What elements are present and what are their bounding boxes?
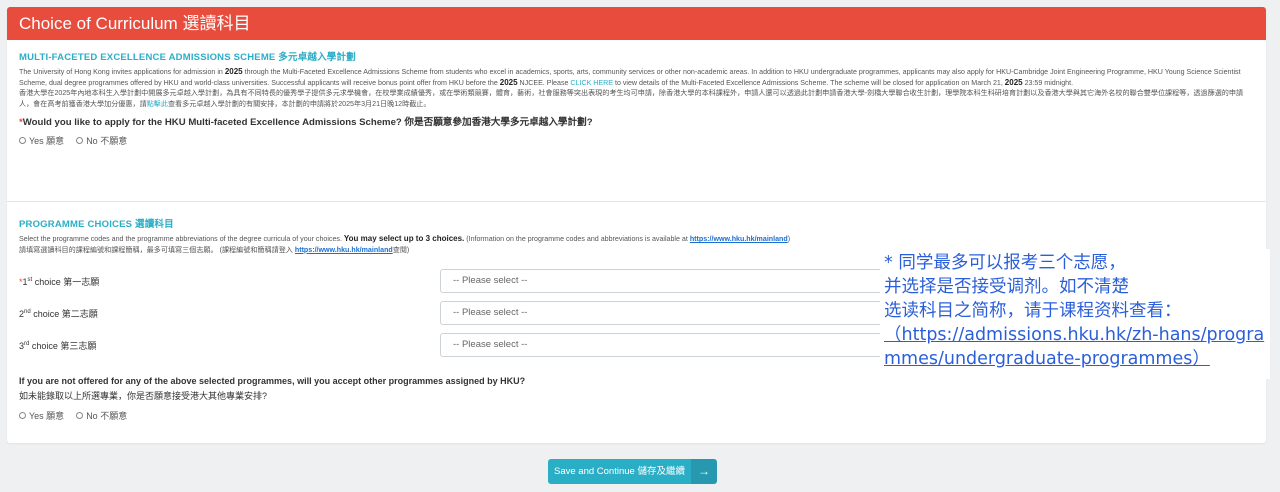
adjustment-no-radio[interactable]: No 不願意 (76, 409, 127, 422)
radio-circle-icon (19, 137, 26, 144)
adjustment-question-zh: 如未能錄取以上所選專業，你是否願意接受港大其他專業安排? (19, 391, 268, 401)
arrow-right-icon: → (690, 459, 717, 484)
section-divider (7, 201, 1266, 202)
choice-2-label: 2nd choice 第二志願 (19, 307, 98, 320)
annotation-line-2: 并选择是否接受调剂。如不清楚 (884, 277, 1129, 297)
year-text: 2025 (224, 67, 243, 76)
radio-label: Yes 願意 (29, 411, 65, 421)
mfea-no-radio[interactable]: No 不願意 (76, 134, 127, 147)
desc-text: The University of Hong Kong invites appl… (19, 68, 225, 76)
choice-1-label: *1st choice 第一志願 (19, 275, 99, 288)
save-continue-button[interactable]: Save and Continue 儲存及繼續 → (548, 459, 717, 484)
select-placeholder: -- Please select -- (453, 275, 528, 286)
choice-text: choice 第三志願 (29, 341, 97, 351)
choice-text: choice 第一志願 (32, 277, 100, 287)
click-here-link-zh[interactable]: 點擊此 (147, 100, 168, 108)
adjustment-question-en: If you are not offered for any of the ab… (19, 376, 526, 386)
mfea-question: *Would you like to apply for the HKU Mul… (19, 114, 1254, 128)
desc-text: 23:59 midnight. (1022, 78, 1074, 87)
desc-text: to view details of the Multi-Faceted Exc… (613, 78, 1005, 87)
click-here-link[interactable]: CLICK HERE (570, 79, 613, 87)
mfea-title: MULTI-FACETED EXCELLENCE ADMISSIONS SCHE… (19, 52, 356, 63)
select-placeholder: -- Please select -- (453, 339, 528, 350)
year-text: 2025 (1004, 77, 1023, 87)
choice-sup: nd (24, 309, 31, 315)
save-button-label: Save and Continue 儲存及繼續 (548, 459, 691, 484)
desc-text: (Information on the programme codes and … (464, 235, 690, 243)
mfea-description-zh: 香港大學在2025年內地本科生入學計劃中開展多元卓越入學計劃，為具有不同特長的優… (19, 88, 1254, 109)
mfea-yes-radio[interactable]: Yes 願意 (19, 134, 64, 147)
annotation-overlay: * 同学最多可以报考三个志愿， 并选择是否接受调剂。如不清楚 选读科目之简称，请… (880, 249, 1270, 379)
radio-circle-icon (76, 412, 84, 419)
desc-text: Select the programme codes and the progr… (19, 235, 344, 243)
mfea-description-en: The University of Hong Kong invites appl… (19, 67, 1254, 88)
programme-description-en: Select the programme codes and the progr… (19, 234, 1259, 245)
radio-label: No 不願意 (86, 411, 128, 421)
adjustment-yes-radio[interactable]: Yes 願意 (19, 409, 64, 422)
choice-3-label: 3rd choice 第三志願 (19, 339, 96, 352)
desc-text: ) (787, 235, 791, 243)
desc-text: 查看多元卓越入學計劃的有關安排，本計劃的申請將於2025年3月21日晚12時截止… (167, 99, 431, 108)
radio-circle-icon (76, 137, 84, 144)
desc-text: 請填寫選讀科目的課程編號和課程簡稱，最多可填寫三個志願。 (課程編號和簡稱請登入 (19, 245, 295, 254)
page-title: Choice of Curriculum 選讀科目 (7, 7, 1266, 40)
annotation-url-link[interactable]: （https://admissions.hku.hk/zh-hans/progr… (884, 323, 1266, 371)
mainland-link[interactable]: https://www.hku.hk/mainland (690, 235, 788, 243)
question-text: Would you like to apply for the HKU Mult… (22, 117, 593, 128)
year-text: 2025 (499, 77, 518, 87)
desc-text: NJCEE. Please (517, 78, 571, 87)
annotation-line-1: * 同学最多可以报考三个志愿， (884, 253, 1126, 273)
annotation-line-3: 选读科目之简称，请于课程资料查看： (884, 301, 1182, 321)
mainland-link-zh[interactable]: https://www.hku.hk/mainland (295, 246, 393, 254)
radio-circle-icon (19, 412, 26, 419)
programme-title: PROGRAMME CHOICES 選讀科目 (19, 219, 174, 230)
mfea-section: MULTI-FACETED EXCELLENCE ADMISSIONS SCHE… (7, 40, 1266, 147)
desc-bold: You may select up to 3 choices. (343, 234, 465, 243)
desc-text: 查閱) (392, 245, 410, 254)
adjustment-radio-group: Yes 願意 No 不願意 (19, 409, 525, 422)
adjustment-question: If you are not offered for any of the ab… (19, 376, 525, 422)
radio-label: No 不願意 (86, 136, 128, 146)
select-placeholder: -- Please select -- (453, 307, 528, 318)
choice-text: choice 第二志願 (30, 309, 98, 319)
mfea-radio-group: Yes 願意 No 不願意 (19, 134, 1254, 147)
radio-label: Yes 願意 (29, 136, 65, 146)
